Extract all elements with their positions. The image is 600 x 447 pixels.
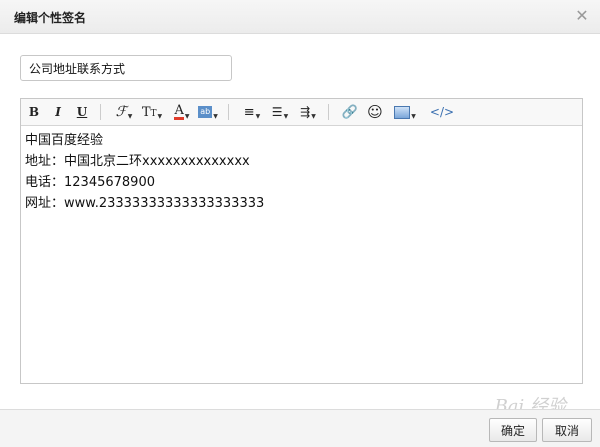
content-line: 中国百度经验 <box>25 133 104 148</box>
dialog-footer: 确定 取消 <box>0 409 600 447</box>
editor-content-area[interactable]: 中国百度经验 地址：中国北京二环xxxxxxxxxxxxxx 电话：123456… <box>25 130 578 214</box>
indent-icon[interactable]: ⇶ ▼ <box>297 103 319 121</box>
toolbar-divider <box>228 104 229 120</box>
edit-signature-dialog: 编辑个性签名 ✕ B I U ℱ▼ TT▼ A▼ ab▼ ≡▼ <box>0 0 600 447</box>
source-code-button[interactable]: </> <box>429 103 455 121</box>
link-icon[interactable]: 🔗 <box>341 103 359 121</box>
toolbar-divider <box>328 104 329 120</box>
content-line: 电话：12345678900 <box>25 175 155 190</box>
close-icon[interactable]: ✕ <box>574 8 590 24</box>
bold-button[interactable]: B <box>27 103 41 121</box>
align-icon[interactable]: ≡ ▼ <box>241 103 263 121</box>
italic-button[interactable]: I <box>51 103 65 121</box>
cancel-button[interactable]: 取消 <box>542 418 592 442</box>
editor-toolbar: B I U ℱ ▼ TT ▼ A ▼ ab ▼ ≡ ▼ ☰ ▼ ⇶ ▼ 🔗 ☺ … <box>21 99 582 126</box>
underline-button[interactable]: U <box>75 103 89 121</box>
font-size-icon[interactable]: TT ▼ <box>141 103 163 121</box>
font-family-icon[interactable]: ℱ ▼ <box>113 103 135 121</box>
emoji-icon[interactable]: ☺ <box>366 103 384 121</box>
image-icon[interactable]: ▼ <box>393 103 417 121</box>
dialog-titlebar: 编辑个性签名 ✕ <box>0 0 600 34</box>
confirm-button[interactable]: 确定 <box>489 418 537 442</box>
dialog-title: 编辑个性签名 <box>14 11 87 25</box>
font-color-icon[interactable]: A ▼ <box>171 103 193 121</box>
rich-text-editor: B I U ℱ ▼ TT ▼ A ▼ ab ▼ ≡ ▼ ☰ ▼ ⇶ ▼ 🔗 ☺ … <box>20 98 583 384</box>
signature-name-input[interactable] <box>20 55 232 81</box>
content-line: 地址：中国北京二环xxxxxxxxxxxxxx <box>25 154 250 169</box>
content-line: 网址：www.23333333333333333333 <box>25 196 265 211</box>
toolbar-divider <box>100 104 101 120</box>
background-color-icon[interactable]: ab ▼ <box>197 103 219 121</box>
list-icon[interactable]: ☰ ▼ <box>269 103 291 121</box>
